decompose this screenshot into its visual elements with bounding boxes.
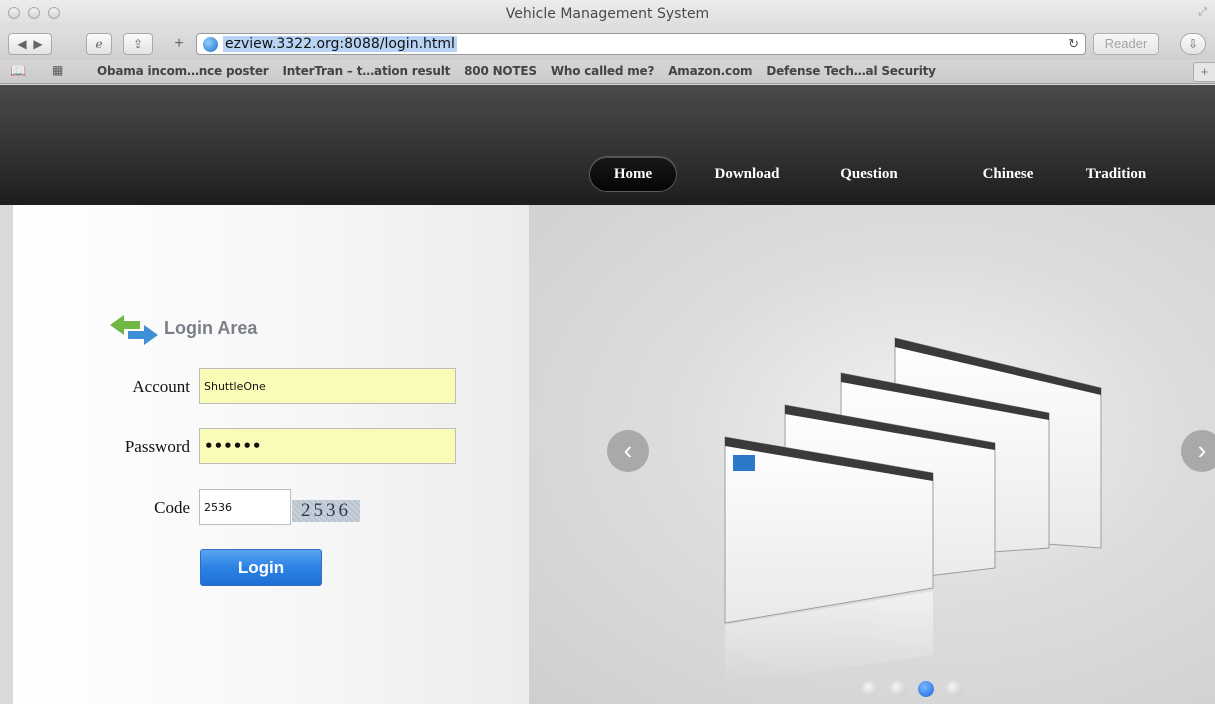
bookmark-item[interactable]: 800 NOTES bbox=[464, 64, 537, 78]
address-bar[interactable]: ezview.3322.org:8088/login.html ↻ bbox=[196, 33, 1086, 55]
slider-dot-active[interactable] bbox=[918, 681, 934, 697]
login-title: Login Area bbox=[164, 318, 258, 338]
chevron-left-icon: ‹ bbox=[623, 435, 633, 465]
slider-dot[interactable] bbox=[862, 681, 878, 697]
slider-dot[interactable] bbox=[946, 681, 962, 697]
nav-tradition[interactable]: Tradition bbox=[1073, 157, 1159, 191]
slider-prev-button[interactable]: ‹ bbox=[607, 430, 649, 472]
download-icon: ⇩ bbox=[1187, 37, 1199, 51]
main-nav: Home Download Question Chinese Tradition bbox=[0, 157, 1215, 193]
history-button[interactable]: ℯ bbox=[86, 33, 112, 55]
downloads-button[interactable]: ⇩ bbox=[1180, 33, 1206, 55]
top-sites-grid-icon[interactable]: ▦ bbox=[52, 63, 63, 77]
window-title: Vehicle Management System bbox=[505, 6, 710, 22]
back-icon[interactable]: ◀ bbox=[17, 37, 26, 51]
url-text[interactable]: ezview.3322.org:8088/login.html bbox=[223, 36, 457, 52]
slider-dot[interactable] bbox=[890, 681, 906, 697]
captcha-image[interactable]: 2536 bbox=[292, 500, 360, 522]
globe-icon bbox=[203, 37, 218, 52]
forward-icon[interactable]: ▶ bbox=[33, 37, 42, 51]
nav-home[interactable]: Home bbox=[590, 157, 676, 191]
bookmark-item[interactable]: Who called me? bbox=[551, 64, 655, 78]
code-label: Code bbox=[154, 498, 190, 517]
add-bookmark-button[interactable]: + bbox=[1193, 62, 1215, 82]
share-icon: ⇪ bbox=[132, 37, 144, 51]
window-titlebar: Vehicle Management System ⤢ bbox=[0, 0, 1215, 30]
nav-download[interactable]: Download bbox=[704, 157, 790, 191]
bookmark-item[interactable]: Defense Tech…al Security bbox=[766, 64, 936, 78]
bookmark-item[interactable]: InterTran – t…ation result bbox=[283, 64, 451, 78]
nav-question[interactable]: Question bbox=[826, 157, 912, 191]
slider-next-button[interactable]: › bbox=[1181, 430, 1215, 472]
code-input[interactable] bbox=[199, 489, 291, 525]
account-label: Account bbox=[132, 377, 190, 396]
history-icon: ℯ bbox=[95, 37, 103, 51]
reload-icon[interactable]: ↻ bbox=[1068, 36, 1079, 52]
password-input[interactable] bbox=[199, 428, 456, 464]
chevron-right-icon: › bbox=[1197, 435, 1207, 465]
account-input[interactable] bbox=[199, 368, 456, 404]
plus-icon: + bbox=[174, 35, 184, 52]
share-button[interactable]: ⇪ bbox=[123, 33, 153, 55]
new-tab-button[interactable]: + bbox=[166, 33, 192, 55]
book-icon[interactable]: 📖 bbox=[10, 63, 26, 79]
nav-chinese[interactable]: Chinese bbox=[965, 157, 1051, 191]
bookmark-list: Obama incom…nce poster InterTran – t…ati… bbox=[97, 64, 936, 78]
swap-arrows-icon bbox=[110, 315, 158, 345]
bookmarks-bar: 📖 ▦ Obama incom…nce poster InterTran – t… bbox=[0, 60, 1215, 84]
password-label: Password bbox=[124, 437, 190, 456]
bookmark-item[interactable]: Amazon.com bbox=[668, 64, 752, 78]
fullscreen-icon[interactable]: ⤢ bbox=[1198, 6, 1207, 19]
slider-pagination bbox=[862, 681, 962, 697]
reader-button[interactable]: Reader bbox=[1093, 33, 1159, 55]
bookmark-item[interactable]: Obama incom…nce poster bbox=[97, 64, 269, 78]
browser-toolbar: ◀ ▶ ℯ ⇪ + ezview.3322.org:8088/login.htm… bbox=[0, 30, 1215, 60]
back-forward-buttons[interactable]: ◀ ▶ bbox=[8, 33, 52, 55]
login-button[interactable]: Login bbox=[200, 549, 322, 586]
